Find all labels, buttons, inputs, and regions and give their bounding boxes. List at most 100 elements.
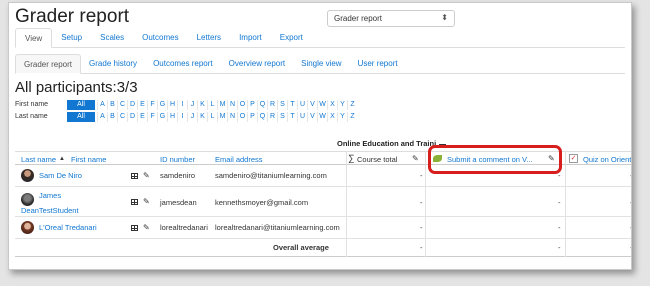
tab-view[interactable]: View — [15, 28, 53, 48]
last-name-letter-w[interactable]: W — [317, 111, 327, 122]
first-name-letter-k[interactable]: K — [197, 99, 207, 110]
first-name-letter-y[interactable]: Y — [337, 99, 347, 110]
first-name-letter-x[interactable]: X — [327, 99, 337, 110]
tab-letters[interactable]: Letters — [188, 28, 230, 48]
last-name-letter-i[interactable]: I — [177, 111, 187, 122]
tab-scales[interactable]: Scales — [91, 28, 133, 48]
student-first-name[interactable]: James — [39, 191, 61, 200]
report-select[interactable]: Grader report ⬍ — [327, 10, 455, 27]
last-name-letter-x[interactable]: X — [327, 111, 337, 122]
course-total-edit-icon[interactable]: ✎ — [412, 154, 419, 163]
first-name-letter-m[interactable]: M — [217, 99, 227, 110]
first-name-letter-h[interactable]: H — [167, 99, 177, 110]
first-name-letter-d[interactable]: D — [127, 99, 137, 110]
email: samdeniro@titaniumlearning.com — [215, 171, 327, 180]
first-name-letter-r[interactable]: R — [267, 99, 277, 110]
first-name-letter-u[interactable]: U — [297, 99, 307, 110]
last-name-letter-r[interactable]: R — [267, 111, 277, 122]
first-name-letter-q[interactable]: Q — [257, 99, 267, 110]
first-name-label: First name — [15, 101, 49, 108]
first-name-letter-s[interactable]: S — [277, 99, 287, 110]
student-last-name[interactable]: DeanTestStudent — [21, 206, 79, 215]
sort-email[interactable]: Email address — [215, 155, 263, 164]
last-name-letter-j[interactable]: J — [187, 111, 197, 122]
first-name-letter-e[interactable]: E — [137, 99, 147, 110]
last-name-letter-l[interactable]: L — [207, 111, 217, 122]
last-name-letter-s[interactable]: S — [277, 111, 287, 122]
first-name-letter-f[interactable]: F — [147, 99, 157, 110]
last-name-letter-a[interactable]: A — [97, 111, 107, 122]
first-name-letter-v[interactable]: V — [307, 99, 317, 110]
edit-icon[interactable]: ✎ — [143, 197, 150, 206]
last-name-letter-u[interactable]: U — [297, 111, 307, 122]
last-name-letter-q[interactable]: Q — [257, 111, 267, 122]
grades-table-icon[interactable] — [131, 199, 138, 205]
quiz-header[interactable]: Quiz on Orientation — [583, 155, 631, 164]
sort-last-name[interactable]: Last name — [21, 155, 56, 164]
subtab-user-report[interactable]: User report — [350, 54, 406, 74]
student-name[interactable]: Sam De Niro — [39, 171, 82, 180]
first-name-letter-c[interactable]: C — [117, 99, 127, 110]
subtab-overview-report[interactable]: Overview report — [221, 54, 293, 74]
last-name-letter-f[interactable]: F — [147, 111, 157, 122]
first-name-letter-w[interactable]: W — [317, 99, 327, 110]
tab-outcomes[interactable]: Outcomes — [133, 28, 187, 48]
last-name-letter-t[interactable]: T — [287, 111, 297, 122]
assignment-cell[interactable]: - — [558, 198, 561, 207]
avatar — [21, 193, 34, 206]
first-name-letter-a[interactable]: A — [97, 99, 107, 110]
first-name-letter-z[interactable]: Z — [347, 99, 357, 110]
first-name-letter-b[interactable]: B — [107, 99, 117, 110]
sort-id-number[interactable]: ID number — [160, 155, 195, 164]
quiz-cell[interactable]: - — [630, 223, 631, 232]
first-name-all-button[interactable]: All — [67, 99, 95, 110]
subtab-single-view[interactable]: Single view — [293, 54, 349, 74]
last-name-letter-b[interactable]: B — [107, 111, 117, 122]
quiz-cell[interactable]: - — [630, 198, 631, 207]
assignment-cell[interactable]: - — [558, 223, 561, 232]
assignment-cell[interactable]: - — [558, 171, 561, 180]
last-name-letter-y[interactable]: Y — [337, 111, 347, 122]
tab-export[interactable]: Export — [271, 28, 312, 48]
id-number: lorealtredanari — [160, 223, 208, 232]
last-name-letter-g[interactable]: G — [157, 111, 167, 122]
grades-table-icon[interactable] — [131, 225, 138, 231]
last-name-letter-k[interactable]: K — [197, 111, 207, 122]
first-name-letter-p[interactable]: P — [247, 99, 257, 110]
last-name-letter-e[interactable]: E — [137, 111, 147, 122]
last-name-letter-h[interactable]: H — [167, 111, 177, 122]
subtab-outcomes-report[interactable]: Outcomes report — [145, 54, 221, 74]
sort-first-name[interactable]: First name — [71, 155, 106, 164]
first-name-letter-l[interactable]: L — [207, 99, 217, 110]
last-name-letter-m[interactable]: M — [217, 111, 227, 122]
edit-icon[interactable]: ✎ — [143, 223, 150, 232]
last-name-letter-c[interactable]: C — [117, 111, 127, 122]
subtab-grader-report[interactable]: Grader report — [15, 54, 82, 74]
first-name-letter-n[interactable]: N — [227, 99, 237, 110]
tab-setup[interactable]: Setup — [52, 28, 91, 48]
edit-icon[interactable]: ✎ — [143, 171, 150, 180]
last-name-letter-d[interactable]: D — [127, 111, 137, 122]
tab-import[interactable]: Import — [230, 28, 271, 48]
first-name-letter-o[interactable]: O — [237, 99, 247, 110]
overall-average-row: Overall average - - - — [15, 239, 631, 257]
avg-assignment: - — [558, 243, 561, 252]
last-name-letter-o[interactable]: O — [237, 111, 247, 122]
course-total-header[interactable]: Course total — [357, 155, 397, 164]
first-name-letter-t[interactable]: T — [287, 99, 297, 110]
course-total-cell[interactable]: - — [420, 223, 423, 232]
first-name-letter-g[interactable]: G — [157, 99, 167, 110]
last-name-letter-z[interactable]: Z — [347, 111, 357, 122]
subtab-grade-history[interactable]: Grade history — [81, 54, 145, 74]
last-name-letter-v[interactable]: V — [307, 111, 317, 122]
last-name-all-button[interactable]: All — [67, 111, 95, 122]
last-name-letter-n[interactable]: N — [227, 111, 237, 122]
course-total-cell[interactable]: - — [420, 198, 423, 207]
student-name[interactable]: L'Oreal Tredanari — [39, 223, 97, 232]
first-name-letter-i[interactable]: I — [177, 99, 187, 110]
first-name-letter-j[interactable]: J — [187, 99, 197, 110]
quiz-cell[interactable]: - — [630, 171, 631, 180]
course-total-cell[interactable]: - — [420, 171, 423, 180]
last-name-letter-p[interactable]: P — [247, 111, 257, 122]
grades-table-icon[interactable] — [131, 173, 138, 179]
